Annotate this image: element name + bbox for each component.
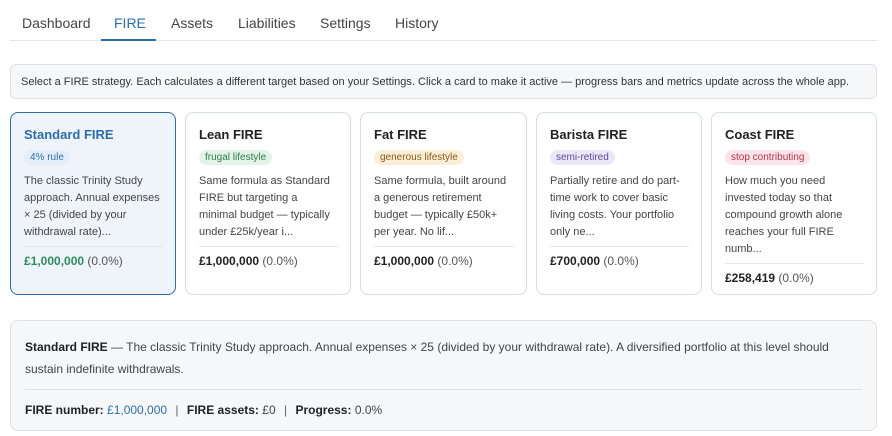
card-metric: £700,000 (0.0%): [550, 254, 689, 268]
tab-dashboard[interactable]: Dashboard: [22, 15, 91, 31]
strategy-card-lean-fire[interactable]: Lean FIRE frugal lifestyle Same formula …: [185, 112, 351, 295]
card-metric: £1,000,000 (0.0%): [24, 254, 163, 268]
fire-assets-value: £0: [262, 403, 276, 417]
fire-number-value: £1,000,000: [107, 403, 168, 417]
strategy-card-barista-fire[interactable]: Barista FIRE semi-retired Partially reti…: [536, 112, 702, 295]
strategy-card-coast-fire[interactable]: Coast FIRE stop contributing How much yo…: [711, 112, 877, 295]
card-fire-number: £1,000,000: [24, 254, 85, 268]
card-fire-number: £258,419: [725, 271, 776, 285]
card-metric: £1,000,000 (0.0%): [374, 254, 514, 268]
strategy-card-fat-fire[interactable]: Fat FIRE generous lifestyle Same formula…: [360, 112, 527, 295]
strategy-card-standard-fire[interactable]: Standard FIRE 4% rule The classic Trinit…: [10, 112, 176, 295]
progress-value: 0.0%: [354, 403, 383, 417]
card-badge: stop contributing: [725, 150, 811, 165]
card-badge: frugal lifestyle: [199, 150, 273, 165]
fire-number-label: FIRE number:: [25, 403, 104, 417]
card-description: Same formula, built around a generous re…: [374, 175, 507, 238]
card-title: Coast FIRE: [725, 127, 795, 142]
card-description: Same formula as Standard FIRE but target…: [199, 175, 330, 238]
card-divider: [199, 246, 338, 247]
strategy-summary-panel: Standard FIRE — The classic Trinity Stud…: [10, 320, 877, 431]
card-title: Standard FIRE: [24, 127, 114, 142]
tab-assets[interactable]: Assets: [171, 15, 213, 31]
tab-settings[interactable]: Settings: [320, 15, 371, 31]
summary-strategy-text: — The classic Trinity Study approach. An…: [25, 340, 829, 376]
tab-liabilities[interactable]: Liabilities: [238, 15, 296, 31]
card-title: Lean FIRE: [199, 127, 263, 142]
card-divider: [374, 246, 514, 247]
card-title: Barista FIRE: [550, 127, 628, 142]
main-tab-bar: Dashboard FIRE Assets Liabilities Settin…: [10, 0, 877, 41]
card-description: The classic Trinity Study approach. Annu…: [24, 175, 160, 238]
card-progress-pct: (0.0%): [778, 271, 814, 285]
card-description: How much you need invested today so that…: [725, 175, 843, 255]
summary-description: Standard FIRE — The classic Trinity Stud…: [25, 336, 862, 380]
card-fire-number: £700,000: [550, 254, 601, 268]
card-description: Partially retire and do part-time work t…: [550, 175, 680, 238]
card-metric: £1,000,000 (0.0%): [199, 254, 338, 268]
progress-label: Progress:: [295, 403, 352, 417]
card-metric: £258,419 (0.0%): [725, 271, 864, 285]
strategy-info-banner: Select a FIRE strategy. Each calculates …: [10, 64, 877, 99]
card-badge: 4% rule: [24, 150, 70, 165]
stat-separator: |: [283, 403, 288, 417]
stat-separator: |: [175, 403, 179, 417]
fire-assets-label: FIRE assets:: [186, 403, 259, 417]
card-divider: [24, 246, 163, 247]
tab-history[interactable]: History: [395, 15, 439, 31]
card-fire-number: £1,000,000: [199, 254, 260, 268]
tab-fire[interactable]: FIRE: [114, 15, 146, 31]
card-progress-pct: (0.0%): [603, 254, 639, 268]
card-fire-number: £1,000,000: [374, 254, 435, 268]
card-progress-pct: (0.0%): [262, 254, 298, 268]
active-tab-indicator: [101, 39, 156, 41]
summary-strategy-name: Standard FIRE: [25, 340, 108, 354]
card-divider: [550, 246, 689, 247]
summary-stats: FIRE number: £1,000,000 | FIRE assets: £…: [25, 403, 862, 417]
card-progress-pct: (0.0%): [87, 254, 123, 268]
card-progress-pct: (0.0%): [437, 254, 473, 268]
card-divider: [725, 263, 864, 264]
card-badge: semi-retired: [550, 150, 615, 165]
summary-divider: [25, 389, 862, 390]
card-badge: generous lifestyle: [374, 150, 464, 165]
card-title: Fat FIRE: [374, 127, 427, 142]
